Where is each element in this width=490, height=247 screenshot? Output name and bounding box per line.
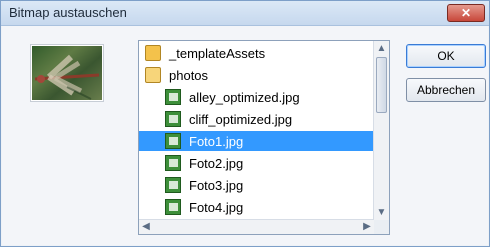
list-item[interactable]: photos bbox=[145, 65, 374, 85]
dragonfly-image bbox=[34, 54, 100, 100]
vertical-scrollbar[interactable]: ▲ ▼ bbox=[373, 41, 389, 220]
image-file-icon bbox=[165, 155, 181, 171]
file-rows: _templateAssetsphotos alley_optimized.jpg… bbox=[139, 41, 374, 220]
list-item-label: Foto4.jpg bbox=[189, 199, 244, 215]
cancel-button[interactable]: Abbrechen bbox=[406, 78, 486, 102]
horizontal-scrollbar[interactable]: ◀ ▶ bbox=[139, 219, 374, 234]
scroll-right-button[interactable]: ▶ bbox=[360, 220, 374, 234]
bitmap-preview bbox=[30, 44, 104, 102]
image-file-icon bbox=[165, 177, 181, 193]
scroll-down-button[interactable]: ▼ bbox=[374, 205, 389, 220]
scroll-corner bbox=[374, 220, 389, 234]
image-file-icon bbox=[165, 199, 181, 215]
folder-icon bbox=[145, 45, 161, 61]
scroll-up-button[interactable]: ▲ bbox=[374, 41, 389, 56]
list-item[interactable]: alley_optimized.jpg bbox=[165, 87, 374, 107]
close-button[interactable]: ✕ bbox=[447, 4, 485, 22]
list-item-label: cliff_optimized.jpg bbox=[189, 111, 293, 127]
scroll-left-button[interactable]: ◀ bbox=[139, 220, 153, 234]
list-item[interactable]: Foto2.jpg bbox=[165, 153, 374, 173]
image-file-icon bbox=[165, 133, 181, 149]
vertical-scroll-thumb[interactable] bbox=[376, 57, 387, 113]
list-item[interactable]: Foto1.jpg bbox=[139, 131, 374, 151]
image-file-icon bbox=[165, 111, 181, 127]
ok-button[interactable]: OK bbox=[406, 44, 486, 68]
window-title: Bitmap austauschen bbox=[9, 5, 127, 20]
list-item-label: Foto2.jpg bbox=[189, 155, 244, 171]
image-file-icon bbox=[165, 89, 181, 105]
list-item[interactable]: cliff_optimized.jpg bbox=[165, 109, 374, 129]
bitmap-dialog: Bitmap austauschen ✕ _templateAssetsphot… bbox=[0, 0, 490, 247]
list-item[interactable]: _templateAssets bbox=[145, 43, 374, 63]
list-item-label: Foto3.jpg bbox=[189, 177, 244, 193]
title-bar[interactable]: Bitmap austauschen ✕ bbox=[1, 1, 489, 26]
list-item[interactable]: Foto4.jpg bbox=[165, 197, 374, 217]
list-item-label: photos bbox=[169, 67, 209, 83]
file-list[interactable]: _templateAssetsphotos alley_optimized.jpg… bbox=[138, 40, 390, 235]
dialog-content: _templateAssetsphotos alley_optimized.jpg… bbox=[2, 26, 488, 245]
list-item-label: _templateAssets bbox=[169, 45, 266, 61]
folder-open-icon bbox=[145, 67, 161, 83]
list-item[interactable]: Foto3.jpg bbox=[165, 175, 374, 195]
list-item-label: alley_optimized.jpg bbox=[189, 89, 300, 105]
list-item-label: Foto1.jpg bbox=[189, 133, 244, 149]
